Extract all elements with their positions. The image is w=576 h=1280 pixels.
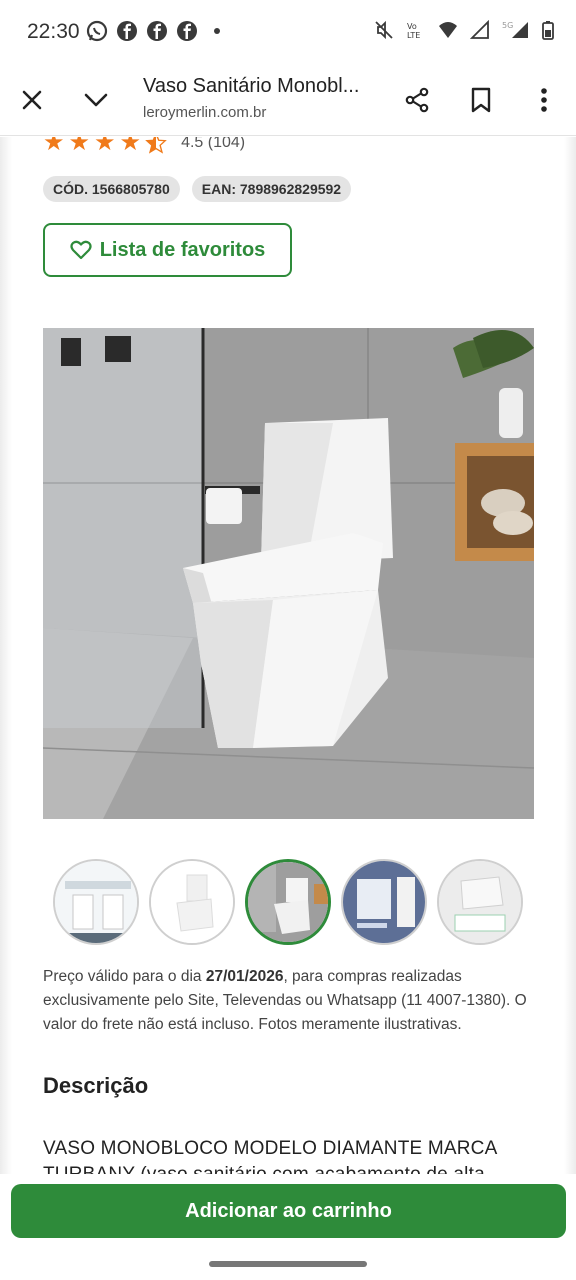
custom-tab-toolbar: Vaso Sanitário Monobl... leroymerlin.com… — [0, 64, 576, 136]
wifi-icon — [439, 22, 457, 38]
description-text: VASO MONOBLOCO MODELO DIAMANTE MARCA TUR… — [43, 1136, 538, 1174]
signal-5g-icon: 5G — [502, 21, 528, 38]
image-carousel — [43, 859, 534, 945]
facebook-icon — [177, 21, 197, 41]
bookmark-icon — [471, 87, 491, 113]
rating-count: 4.5 (104) — [181, 137, 246, 151]
share-button[interactable] — [397, 80, 437, 120]
bookmark-button[interactable] — [461, 80, 501, 120]
page-edge-right — [564, 137, 576, 1174]
facebook-icon — [147, 21, 167, 41]
thumbnail-1[interactable] — [53, 859, 139, 945]
add-to-favorites-button[interactable]: Lista de favoritos — [43, 223, 292, 277]
product-code-badge: CÓD. 1566805780 — [43, 176, 180, 202]
product-rating[interactable]: ★ ★ ★ ★ 4.5 (104) — [43, 137, 245, 155]
gesture-navigation-handle[interactable] — [209, 1261, 367, 1267]
product-codes: CÓD. 1566805780 EAN: 7898962829592 — [43, 176, 352, 202]
description-line-1: VASO MONOBLOCO MODELO DIAMANTE MARCA — [43, 1138, 498, 1159]
svg-text:Vo: Vo — [407, 22, 417, 31]
whatsapp-icon — [86, 20, 108, 42]
description-heading: Descrição — [43, 1073, 149, 1098]
web-page-content: ★ ★ ★ ★ 4.5 (104) CÓD. 1566805780 EAN: 7… — [0, 137, 576, 1174]
product-main-image[interactable] — [43, 328, 534, 819]
thumbnail-5[interactable] — [437, 859, 523, 945]
signal-icon — [470, 20, 489, 39]
star-full-icon: ★ — [43, 137, 65, 156]
disclaimer-date: 27/01/2026 — [205, 968, 284, 985]
battery-icon — [542, 21, 554, 40]
page-title: Vaso Sanitário Monobl... — [143, 75, 360, 97]
star-half-icon — [145, 137, 167, 154]
star-full-icon: ★ — [68, 137, 91, 156]
close-icon — [22, 90, 42, 110]
more-options-button[interactable] — [524, 80, 564, 120]
share-icon — [405, 87, 429, 113]
price-disclaimer: Preço válido para o dia 27/01/2026, para… — [43, 965, 538, 1037]
page-url[interactable]: leroymerlin.com.br — [143, 104, 266, 121]
system-icons: Vo LTE 5G — [374, 20, 554, 40]
status-time: 22:30 — [27, 20, 80, 43]
thumbnail-image — [248, 862, 328, 942]
chevron-down-icon — [84, 93, 108, 107]
star-full-icon: ★ — [94, 137, 116, 156]
svg-text:LTE: LTE — [407, 31, 420, 40]
thumbnail-image — [151, 861, 233, 943]
ean-badge: EAN: 7898962829592 — [191, 176, 352, 202]
thumbnail-image — [439, 861, 521, 943]
thumbnail-4[interactable] — [341, 859, 427, 945]
thumbnail-2[interactable] — [149, 859, 235, 945]
product-photo — [43, 328, 534, 819]
description-line-2: TURBANY (vaso sanitário com acabamento d… — [43, 1162, 538, 1174]
minimize-button[interactable] — [76, 80, 116, 120]
thumbnail-image — [55, 861, 137, 943]
thumbnail-3[interactable] — [245, 859, 331, 945]
thumbnail-image — [343, 861, 425, 943]
close-button[interactable] — [12, 80, 52, 120]
facebook-icon — [117, 21, 137, 41]
status-bar: 22:30 Vo LTE 5G — [0, 0, 576, 64]
svg-text:5G: 5G — [502, 21, 513, 30]
disclaimer-prefix: Preço válido para o dia — [43, 968, 206, 985]
star-full-icon: ★ — [119, 137, 142, 156]
heart-icon — [70, 240, 92, 260]
volte-icon: Vo LTE — [407, 22, 420, 40]
favorites-label: Lista de favoritos — [99, 238, 266, 261]
add-to-cart-button[interactable]: Adicionar ao carrinho — [11, 1184, 566, 1238]
more-notifications-dot — [214, 28, 220, 34]
page-edge-left — [0, 137, 12, 1174]
mute-icon — [375, 20, 393, 40]
more-vert-icon — [541, 88, 547, 112]
notification-icons — [86, 20, 220, 42]
